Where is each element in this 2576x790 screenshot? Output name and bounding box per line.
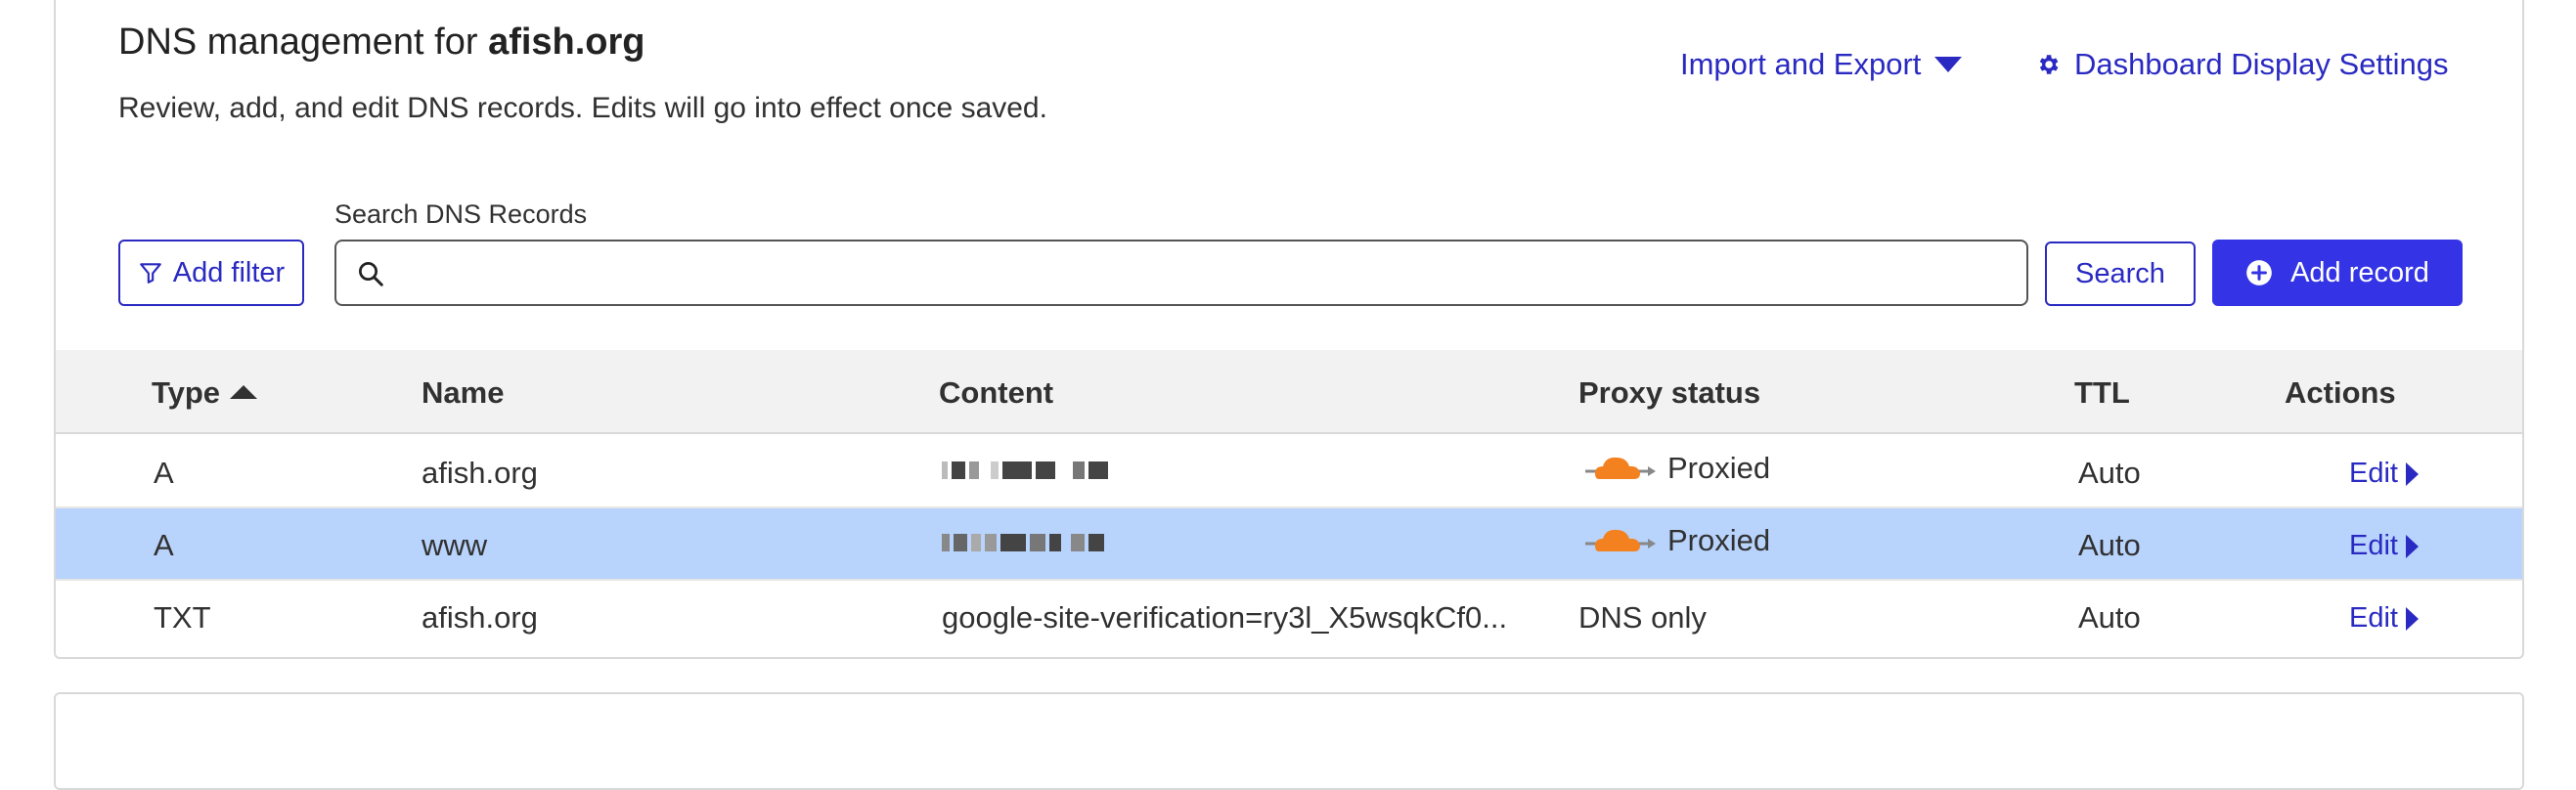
- column-header-name[interactable]: Name: [422, 375, 504, 411]
- search-button[interactable]: Search: [2045, 241, 2196, 306]
- record-type: A: [154, 456, 174, 490]
- add-record-button[interactable]: Add record: [2212, 240, 2463, 306]
- record-ttl: Auto: [2078, 600, 2141, 635]
- record-content: google-site-verification=ry3l_X5wsqkCf0.…: [942, 600, 1508, 635]
- proxy-status: DNS only: [1578, 600, 1707, 635]
- record-ttl: Auto: [2078, 456, 2141, 490]
- proxy-status: Proxied: [1583, 450, 1770, 487]
- next-section-card: [54, 692, 2524, 790]
- column-label-type: Type: [152, 375, 221, 410]
- table-row[interactable]: A afish.org Proxied Auto Edit: [56, 436, 2522, 508]
- column-header-actions: Actions: [2285, 375, 2396, 410]
- table-header: Type Name Content Proxy status TTL Actio…: [56, 350, 2522, 434]
- column-header-proxy-status[interactable]: Proxy status: [1578, 375, 1760, 411]
- import-export-dropdown[interactable]: Import and Export: [1680, 47, 1963, 82]
- plus-circle-icon: [2246, 260, 2272, 285]
- cloud-icon: [1585, 529, 1656, 551]
- caret-right-icon: [2405, 534, 2419, 558]
- caret-down-icon: [1934, 57, 1963, 72]
- record-name: afish.org: [422, 456, 538, 490]
- edit-label: Edit: [2349, 602, 2398, 634]
- record-type: TXT: [154, 600, 211, 635]
- edit-record-link[interactable]: Edit: [2349, 602, 2419, 635]
- record-name: afish.org: [422, 600, 538, 635]
- record-name: www: [422, 528, 488, 562]
- add-filter-button[interactable]: Add filter: [118, 240, 304, 306]
- table-row[interactable]: A www Proxied Auto Edit: [56, 508, 2522, 581]
- search-button-label: Search: [2075, 257, 2165, 289]
- record-ttl: Auto: [2078, 528, 2141, 562]
- search-label: Search DNS Records: [334, 199, 588, 229]
- proxy-status-label: Proxied: [1667, 523, 1771, 557]
- add-filter-label: Add filter: [172, 256, 286, 288]
- search-field[interactable]: [334, 240, 2028, 306]
- filter-icon: [139, 263, 161, 284]
- edit-record-link[interactable]: Edit: [2349, 458, 2419, 490]
- sort-ascending-icon: [230, 385, 258, 399]
- proxy-status-label: Proxied: [1667, 451, 1771, 485]
- edit-record-link[interactable]: Edit: [2349, 530, 2419, 562]
- edit-label: Edit: [2349, 530, 2398, 561]
- table-row[interactable]: TXT afish.org google-site-verification=r…: [56, 581, 2522, 653]
- column-header-content[interactable]: Content: [939, 375, 1053, 411]
- caret-right-icon: [2405, 606, 2419, 631]
- dashboard-display-settings-link[interactable]: Dashboard Display Settings: [2035, 47, 2449, 82]
- column-header-type[interactable]: Type: [152, 375, 258, 411]
- edit-label: Edit: [2349, 458, 2398, 489]
- record-content-redacted: [942, 461, 1108, 479]
- proxy-status: Proxied: [1583, 522, 1770, 559]
- dashboard-settings-label: Dashboard Display Settings: [2074, 47, 2449, 81]
- cloud-icon: [1585, 457, 1656, 479]
- page-subtitle: Review, add, and edit DNS records. Edits…: [118, 92, 1047, 124]
- gear-icon: [2039, 55, 2059, 74]
- dns-management-card: DNS management for afish.org Review, add…: [54, 0, 2524, 659]
- title-domain: afish.org: [488, 22, 645, 63]
- search-icon: [356, 259, 385, 293]
- column-header-ttl[interactable]: TTL: [2074, 375, 2130, 411]
- record-type: A: [154, 528, 174, 562]
- add-record-label: Add record: [2290, 256, 2429, 288]
- page-title: DNS management for afish.org: [118, 22, 645, 64]
- caret-right-icon: [2405, 461, 2419, 486]
- title-prefix: DNS management for: [118, 22, 489, 63]
- search-input[interactable]: [395, 241, 2019, 304]
- record-content-redacted: [942, 534, 1104, 551]
- import-export-label: Import and Export: [1680, 47, 1922, 81]
